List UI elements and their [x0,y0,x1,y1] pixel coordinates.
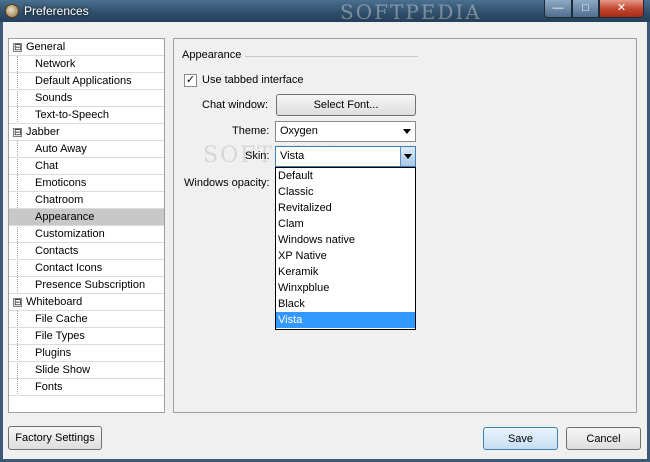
tree-item-presence-subscription[interactable]: Presence Subscription [9,277,164,294]
tree-item-file-cache[interactable]: File Cache [9,311,164,328]
skin-value: Vista [280,150,305,162]
tree-item-label: Fonts [35,381,63,393]
tree-item-label: Contact Icons [35,262,103,274]
tree-item-slide-show[interactable]: Slide Show [9,362,164,379]
maximize-button[interactable]: □ [572,0,599,18]
minimize-icon: — [552,2,564,14]
skin-label: Skin: [245,150,270,162]
close-button[interactable]: ✕ [599,0,644,18]
chat-window-label: Chat window: [202,99,269,111]
tree-item-label: Default Applications [35,75,132,87]
tree-item-label: Sounds [35,92,73,104]
skin-option-default[interactable]: Default [276,168,415,184]
tree-item-chat[interactable]: Chat [9,158,164,175]
tree-item-appearance[interactable]: Appearance [9,209,164,226]
skin-select[interactable]: Vista [275,146,416,167]
tree-item-plugins[interactable]: Plugins [9,345,164,362]
tabbed-interface-checkbox[interactable]: ✓ [184,74,197,87]
tree-item-emoticons[interactable]: Emoticons [9,175,164,192]
softpedia-watermark: SOFTPEDIA [340,0,482,24]
tree-item-label: Network [35,58,76,70]
tree-category-jabber[interactable]: ⊟ Jabber [9,124,164,141]
section-title: Appearance [182,49,242,61]
tree-item-label: Chatroom [35,194,84,206]
tree-category-general[interactable]: ⊟ General [9,39,164,56]
theme-select[interactable]: Oxygen [275,121,416,142]
tree-item-label: Auto Away [35,143,87,155]
tree-item-label: Text-to-Speech [35,109,109,121]
chevron-down-icon [404,154,412,159]
tree-item-label: Plugins [35,347,72,359]
tree-item-label: Emoticons [35,177,87,189]
skin-option-classic[interactable]: Classic [276,184,415,200]
section-divider [245,56,418,57]
preferences-tree[interactable]: ⊟ General Network Default Applications S… [8,38,165,413]
tree-item-text-to-speech[interactable]: Text-to-Speech [9,107,164,124]
tree-item-fonts[interactable]: Fonts [9,379,164,396]
theme-label: Theme: [232,125,270,137]
window-title: Preferences [24,4,89,18]
collapse-icon[interactable]: ⊟ [13,128,22,137]
close-icon: ✕ [616,2,627,14]
tree-category-whiteboard[interactable]: ⊟ Whiteboard [9,294,164,311]
tree-item-contacts[interactable]: Contacts [9,243,164,260]
tree-item-label: Appearance [35,211,95,223]
tree-item-network[interactable]: Network [9,56,164,73]
save-button[interactable]: Save [483,427,558,450]
tree-item-chatroom[interactable]: Chatroom [9,192,164,209]
collapse-icon[interactable]: ⊟ [13,43,22,52]
minimize-button[interactable]: — [544,0,572,18]
tree-item-label: Presence Subscription [35,279,146,291]
select-font-button[interactable]: Select Font... [276,94,416,116]
tree-item-customization[interactable]: Customization [9,226,164,243]
checkmark-icon: ✓ [185,74,196,86]
skin-option-xp-native[interactable]: XP Native [276,248,415,264]
tree-item-label: Chat [35,160,59,172]
app-icon [5,4,19,18]
tree-item-file-types[interactable]: File Types [9,328,164,345]
cancel-button[interactable]: Cancel [566,427,641,450]
skin-option-revitalized[interactable]: Revitalized [276,200,415,216]
tree-item-contact-icons[interactable]: Contact Icons [9,260,164,277]
tree-category-label: Whiteboard [26,296,83,308]
skin-dropdown-list[interactable]: Default Classic Revitalized Clam Windows… [275,167,416,330]
tree-category-label: General [26,41,66,53]
tree-category-label: Jabber [26,126,60,138]
tree-item-label: Slide Show [35,364,91,376]
tree-item-label: File Types [35,330,85,342]
skin-option-winxpblue[interactable]: Winxpblue [276,280,415,296]
skin-option-vista[interactable]: Vista [276,312,415,328]
skin-option-black[interactable]: Black [276,296,415,312]
skin-option-windows-native[interactable]: Windows native [276,232,415,248]
tree-item-label: File Cache [35,313,88,325]
tree-item-sounds[interactable]: Sounds [9,90,164,107]
windows-opacity-label: Windows opacity: [184,177,270,189]
title-bar: Preferences SOFTPEDIA — □ ✕ [0,0,650,24]
skin-option-keramik[interactable]: Keramik [276,264,415,280]
tree-item-label: Contacts [35,245,79,257]
maximize-icon: □ [582,2,589,14]
tree-item-auto-away[interactable]: Auto Away [9,141,164,158]
skin-dropdown-button[interactable] [400,147,415,166]
collapse-icon[interactable]: ⊟ [13,298,22,307]
skin-option-clam[interactable]: Clam [276,216,415,232]
theme-value: Oxygen [280,125,318,137]
tree-item-default-applications[interactable]: Default Applications [9,73,164,90]
chevron-down-icon [403,129,411,134]
tabbed-interface-label: Use tabbed interface [202,74,304,86]
factory-settings-button[interactable]: Factory Settings [8,426,102,450]
tree-item-label: Customization [35,228,105,240]
